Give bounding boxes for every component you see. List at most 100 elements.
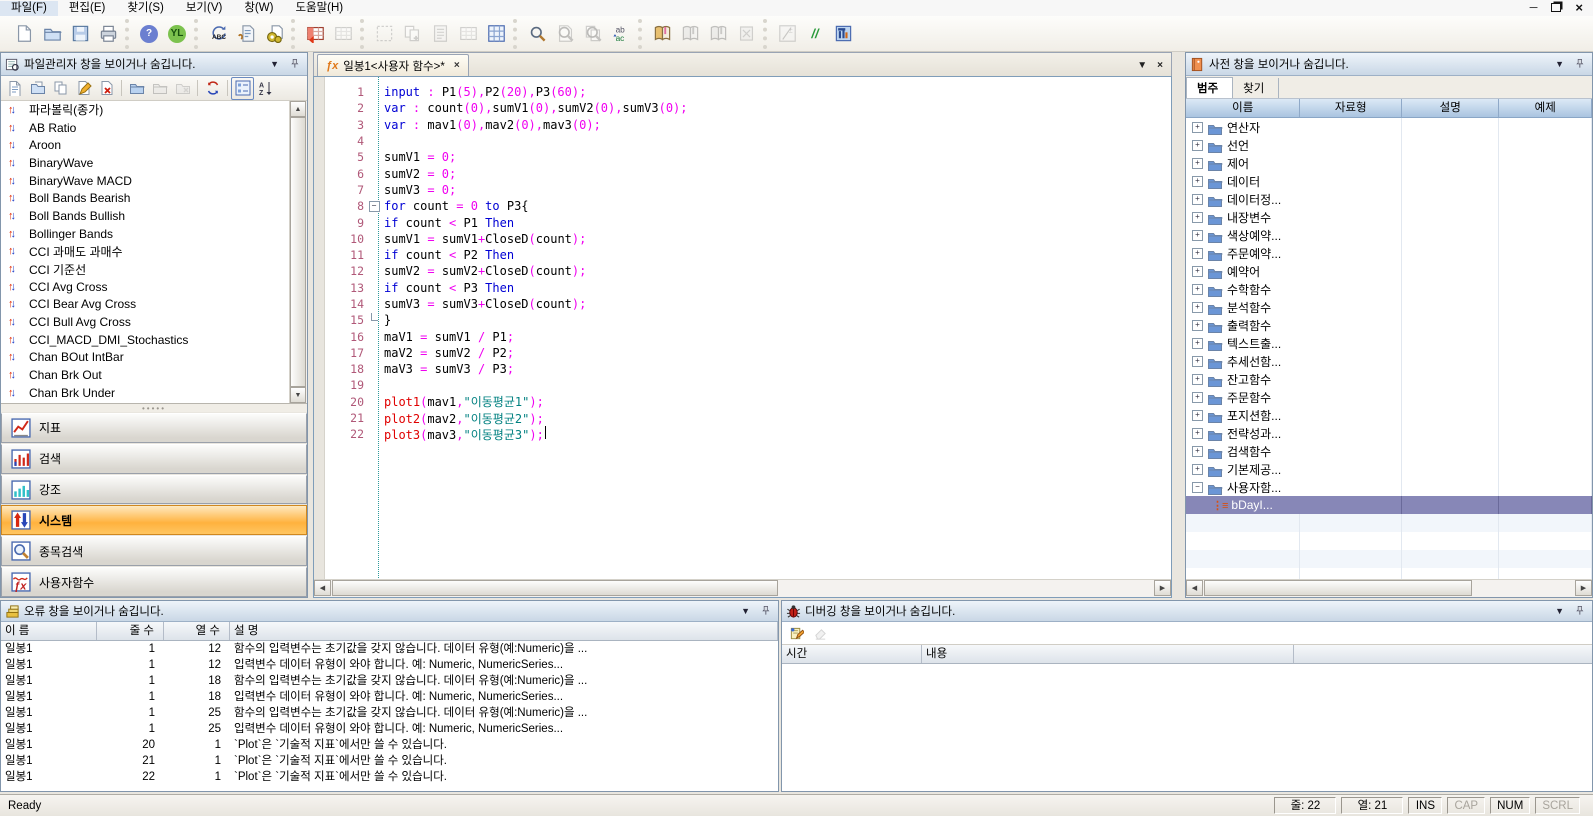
file-list-item[interactable]: ↑↓CCI_MACD_DMI_Stochastics (1, 331, 290, 349)
code-lines[interactable]: 1input : P1(5),P2(20),P3(60);2var : coun… (314, 84, 1171, 443)
menu-item[interactable]: 찾기(S) (116, 1, 175, 16)
doc-delete-icon[interactable] (95, 77, 118, 100)
category-button-종목검색[interactable]: 종목검색 (1, 536, 307, 566)
error-column-header[interactable]: 이 름 (1, 622, 97, 640)
restore-button[interactable] (1551, 1, 1561, 15)
debug-column-header[interactable]: 시간 (782, 645, 922, 663)
doc-open-icon[interactable] (26, 77, 49, 100)
file-list-item[interactable]: ↑↓Boll Bands Bullish (1, 207, 290, 225)
error-row[interactable]: 일봉1118입력변수 데이터 유형이 와야 합니다. 예: Numeric, N… (1, 689, 778, 705)
file-list-item[interactable]: ↑↓CCI Avg Cross (1, 278, 290, 296)
file-list-item[interactable]: ↑↓CCI 기준선 (1, 260, 290, 278)
expand-box-icon[interactable]: + (1192, 446, 1203, 457)
error-row[interactable]: 일봉1112함수의 입력변수는 초기값을 갖지 않습니다. 데이터 유형(예:N… (1, 641, 778, 657)
chevron-down-icon[interactable]: ▼ (1552, 59, 1567, 69)
dictionary-folder-row[interactable]: +주문예약... (1186, 244, 1592, 262)
scroll-down-icon[interactable]: ▼ (290, 387, 306, 403)
expand-box-icon[interactable]: + (1192, 176, 1203, 187)
error-row[interactable]: 일봉1118함수의 입력변수는 초기값을 갖지 않습니다. 데이터 유형(예:N… (1, 673, 778, 689)
dictionary-folder-row[interactable]: +주문함수 (1186, 388, 1592, 406)
dictionary-tab-찾기[interactable]: 찾기 (1233, 78, 1279, 98)
panel-splitter[interactable]: ••••• (1, 404, 307, 412)
error-column-header[interactable]: 열 수 (164, 622, 230, 640)
file-list-item[interactable]: ↑↓Chan BOut IntBar (1, 349, 290, 367)
spell-check-icon[interactable]: ABC (204, 20, 232, 48)
dictionary-folder-row[interactable]: +연산자 (1186, 118, 1592, 136)
dictionary-folder-row[interactable]: +출력함수 (1186, 316, 1592, 334)
file-list-item[interactable]: ↑↓CCI Bull Avg Cross (1, 313, 290, 331)
dictionary-folder-row[interactable]: +색상예약... (1186, 226, 1592, 244)
expand-box-icon[interactable]: + (1192, 464, 1203, 475)
dictionary-column-header[interactable]: 설명 (1402, 99, 1500, 117)
expand-box-icon[interactable]: + (1192, 410, 1203, 421)
menu-item[interactable]: 편집(E) (58, 1, 117, 16)
build-tools-icon[interactable] (829, 20, 857, 48)
dictionary-column-header[interactable]: 이름 (1186, 99, 1300, 117)
pin-icon[interactable] (1571, 58, 1588, 71)
comment-icon[interactable]: // (801, 20, 829, 48)
file-list-item[interactable]: ↑↓Boll Bands Bearish (1, 189, 290, 207)
error-row[interactable]: 일봉1211`Plot`은 `기술적 지표`에서만 쓸 수 있습니다. (1, 753, 778, 769)
dictionary-hscrollbar[interactable]: ◀ ▶ (1186, 579, 1592, 597)
scroll-left-icon[interactable]: ◀ (1186, 580, 1203, 596)
yl-logo-icon[interactable]: YL (163, 20, 191, 48)
dictionary-folder-row[interactable]: +수학함수 (1186, 280, 1592, 298)
expand-box-icon[interactable]: + (1192, 140, 1203, 151)
scroll-left-icon[interactable]: ◀ (314, 580, 331, 596)
dictionary-item-row-selected[interactable]: ⋮≡bDayI... (1186, 496, 1592, 514)
error-row[interactable]: 일봉1125함수의 입력변수는 초기값을 갖지 않습니다. 데이터 유형(예:N… (1, 705, 778, 721)
folder-icon[interactable] (125, 77, 148, 100)
error-row[interactable]: 일봉1201`Plot`은 `기술적 지표`에서만 쓸 수 있습니다. (1, 737, 778, 753)
file-list-item[interactable]: ↑↓BinaryWave (1, 154, 290, 172)
verify-doc-icon[interactable] (232, 20, 260, 48)
dictionary-folder-row[interactable]: +잔고함수 (1186, 370, 1592, 388)
expand-box-icon[interactable]: + (1192, 158, 1203, 169)
category-button-강조[interactable]: 강조 (1, 475, 307, 505)
note-edit-icon[interactable] (785, 622, 807, 644)
expand-box-icon[interactable]: + (1192, 374, 1203, 385)
view-list-icon[interactable] (231, 77, 254, 100)
grid-view-icon[interactable] (482, 20, 510, 48)
expand-box-icon[interactable]: + (1192, 302, 1203, 313)
dictionary-tab-범주[interactable]: 범주 (1186, 77, 1233, 98)
dictionary-folder-row[interactable]: +검색함수 (1186, 442, 1592, 460)
print-icon[interactable] (94, 20, 122, 48)
dictionary-folder-row[interactable]: +포지션함... (1186, 406, 1592, 424)
dictionary-column-header[interactable]: 자료형 (1300, 99, 1402, 117)
editor-hscrollbar[interactable]: ◀ ▶ (314, 579, 1171, 597)
pin-icon[interactable] (757, 605, 774, 618)
dictionary-folder-row[interactable]: +전략성과... (1186, 424, 1592, 442)
expand-box-icon[interactable]: + (1192, 122, 1203, 133)
file-list-item[interactable]: ↑↓파라볼릭(종가) (1, 101, 290, 119)
pin-icon[interactable] (1571, 605, 1588, 618)
dictionary-folder-row[interactable]: +선언 (1186, 136, 1592, 154)
help-icon[interactable]: ? (135, 20, 163, 48)
scroll-thumb[interactable] (290, 117, 306, 387)
scroll-up-icon[interactable]: ▲ (290, 101, 306, 117)
chevron-down-icon[interactable]: ▼ (267, 59, 282, 69)
expand-box-icon[interactable]: + (1192, 428, 1203, 439)
scroll-thumb[interactable] (1204, 580, 1472, 596)
dictionary-column-header[interactable]: 예제 (1499, 99, 1592, 117)
collapse-box-icon[interactable]: − (1192, 482, 1203, 493)
table-import-icon[interactable] (301, 20, 329, 48)
expand-box-icon[interactable]: + (1192, 194, 1203, 205)
pin-icon[interactable] (286, 58, 303, 71)
category-button-검색[interactable]: 검색 (1, 444, 307, 474)
expand-box-icon[interactable]: + (1192, 284, 1203, 295)
minimize-button[interactable]: ─ (1530, 2, 1538, 14)
dictionary-folder-row[interactable]: +제어 (1186, 154, 1592, 172)
file-list-item[interactable]: ↑↓Chan Brk Under (1, 384, 290, 402)
new-file-icon[interactable] (10, 20, 38, 48)
replace-icon[interactable]: abac (607, 20, 635, 48)
menu-item[interactable]: 창(W) (233, 1, 284, 16)
error-column-header[interactable]: 설 명 (230, 622, 778, 640)
close-button[interactable]: × (1575, 2, 1583, 14)
expand-box-icon[interactable]: + (1192, 212, 1203, 223)
dictionary-folder-row[interactable]: +추세선함... (1186, 352, 1592, 370)
editor-tab[interactable]: ƒx 일봉1<사용자 함수>* × (317, 54, 469, 76)
dict-book-icon[interactable] (648, 20, 676, 48)
scroll-right-icon[interactable]: ▶ (1575, 580, 1592, 596)
file-list-item[interactable]: ↑↓Chan Brk Out (1, 366, 290, 384)
error-column-header[interactable]: 줄 수 (97, 622, 164, 640)
